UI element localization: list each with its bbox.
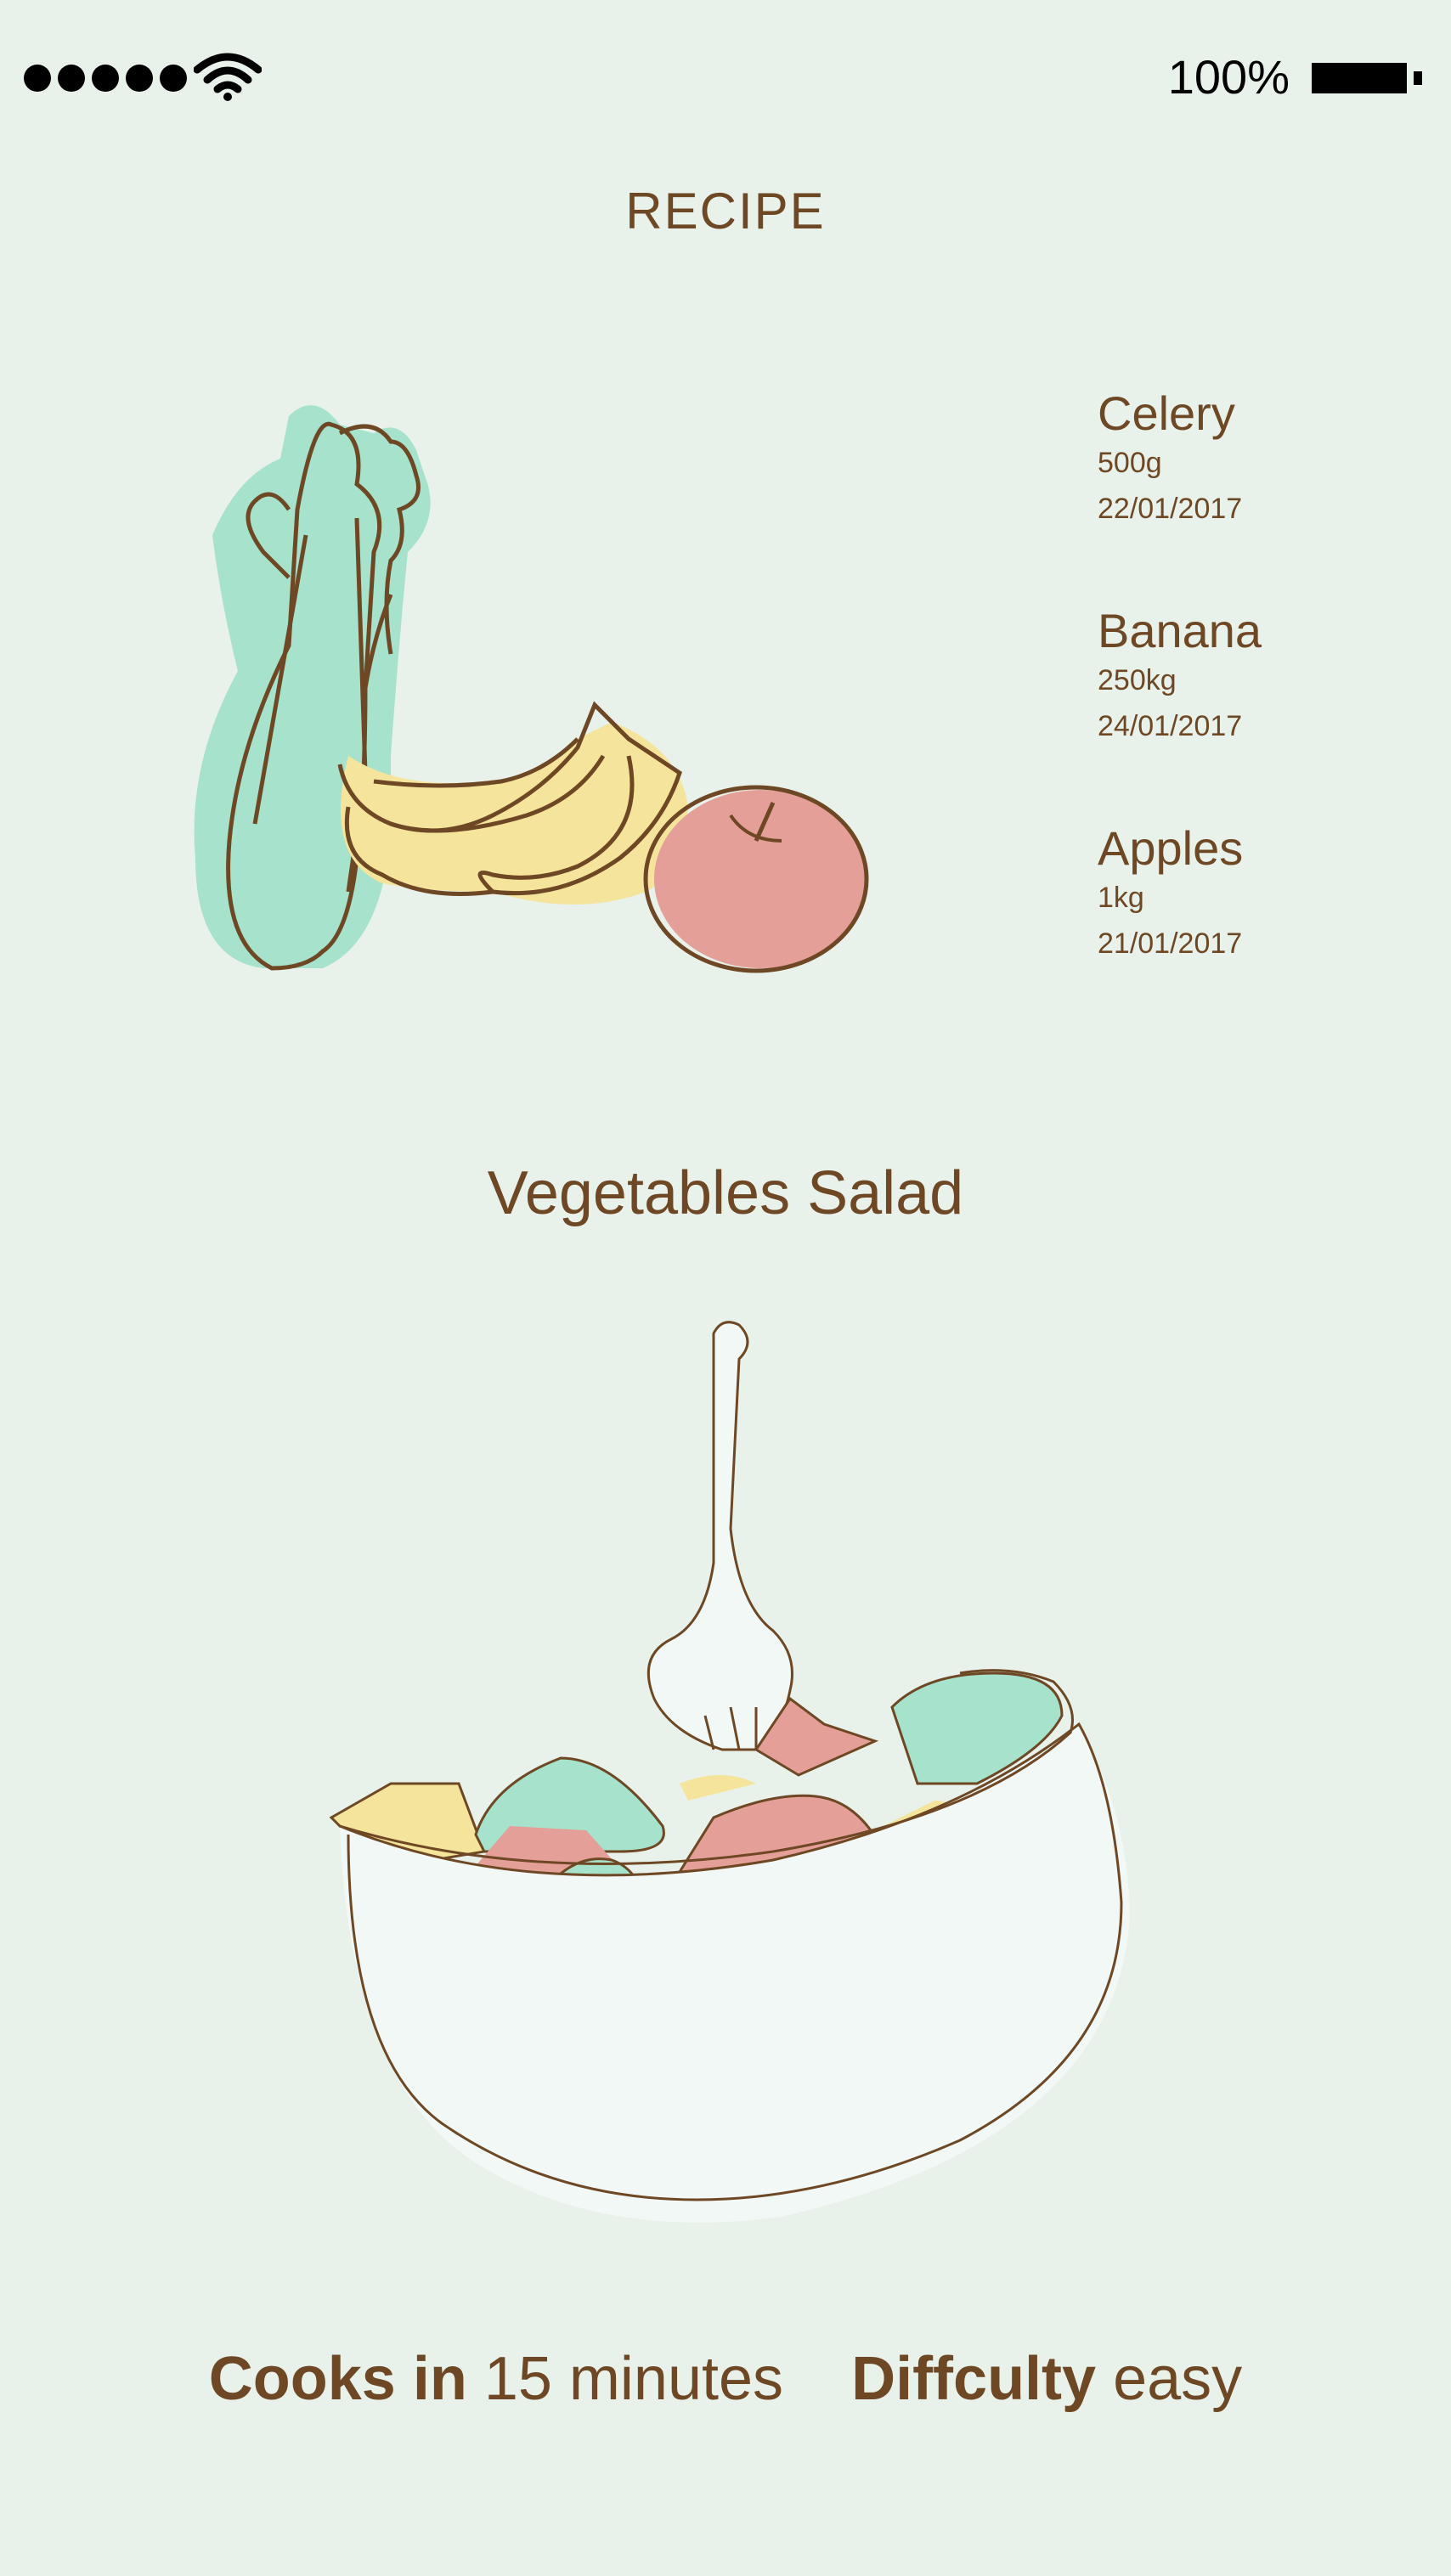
ingredient-name: Apples xyxy=(1098,821,1244,875)
ingredients-illustration xyxy=(194,405,869,973)
difficulty-label: Diffculty xyxy=(851,2345,1097,2413)
battery-full-icon xyxy=(1312,63,1426,93)
page-title: RECIPE xyxy=(625,183,826,240)
ingredient-date: 21/01/2017 xyxy=(1098,927,1243,960)
signal-dot xyxy=(160,65,187,92)
ingredient-amount: 250kg xyxy=(1098,664,1177,696)
wifi-icon xyxy=(194,53,262,101)
ingredient-item-celery[interactable]: Celery 500g 22/01/2017 xyxy=(1098,387,1437,532)
ingredient-date: 24/01/2017 xyxy=(1098,710,1243,742)
fork-illustration xyxy=(646,1321,793,1751)
ingredient-name: Celery xyxy=(1098,386,1235,440)
ingredient-item-apples[interactable]: Apples 1kg 21/01/2017 xyxy=(1098,822,1437,967)
signal-dot xyxy=(24,65,51,92)
dish-title: Vegetables Salad xyxy=(487,1159,964,1227)
battery-percent: 100% xyxy=(1167,50,1290,104)
signal-dot xyxy=(92,65,119,92)
ingredient-item-banana[interactable]: Banana 250kg 24/01/2017 xyxy=(1098,605,1437,749)
ingredient-amount: 500g xyxy=(1098,447,1162,479)
cellular-signal-icon xyxy=(24,65,187,92)
salad-bowl-illustration xyxy=(329,1321,1130,2223)
recipe-meta: Cooks in 15 minutes Diffculty easy xyxy=(0,2344,1451,2414)
signal-dot xyxy=(58,65,85,92)
status-bar: 100% xyxy=(0,0,1451,153)
cook-time-value: 15 minutes xyxy=(483,2345,784,2413)
ingredient-date: 22/01/2017 xyxy=(1098,493,1243,525)
apple-illustration xyxy=(643,785,869,973)
ingredient-list: Celery 500g 22/01/2017 Banana 250kg 24/0… xyxy=(1098,387,1437,1040)
cook-time-label: Cooks in xyxy=(208,2345,467,2413)
signal-dot xyxy=(126,65,153,92)
difficulty-value: easy xyxy=(1113,2345,1243,2413)
ingredient-name: Banana xyxy=(1098,604,1262,657)
ingredient-amount: 1kg xyxy=(1098,882,1144,914)
